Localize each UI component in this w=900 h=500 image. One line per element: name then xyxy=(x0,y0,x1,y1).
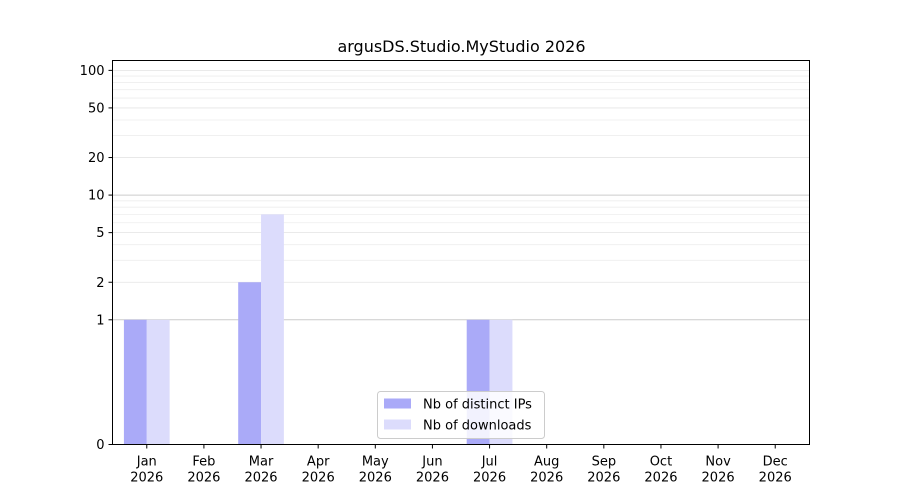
x-tick-year: 2026 xyxy=(359,471,392,486)
x-tick-month: Mar xyxy=(249,455,274,470)
y-tick-label: 50 xyxy=(88,101,105,116)
x-tick-year: 2026 xyxy=(759,471,792,486)
bar-downloads-mar xyxy=(261,214,284,445)
x-tick-label-may: May 2026 xyxy=(359,455,392,486)
bar-distinct-ips-jan xyxy=(123,319,147,445)
legend: Nb of distinct IPs Nb of downloads xyxy=(377,391,545,439)
chart-title: argusDS.Studio.MyStudio 2026 xyxy=(337,37,585,56)
x-tick-month: Aug xyxy=(534,455,559,470)
x-tick-year: 2026 xyxy=(473,471,506,486)
x-tick-label-apr: Apr 2026 xyxy=(302,455,335,486)
x-tick-month: Dec xyxy=(763,455,788,470)
y-tick-label: 1 xyxy=(96,313,104,328)
x-tick-year: 2026 xyxy=(244,471,277,486)
x-tick-label-jan: Jan 2026 xyxy=(130,455,163,486)
x-tick-year: 2026 xyxy=(587,471,620,486)
x-tick-month: Nov xyxy=(705,455,731,470)
y-tick-label: 20 xyxy=(88,151,105,166)
x-tick-month: Oct xyxy=(650,455,672,470)
x-tick-year: 2026 xyxy=(416,471,449,486)
x-tick-year: 2026 xyxy=(130,471,163,486)
grid-lines xyxy=(112,69,810,321)
x-tick-year: 2026 xyxy=(702,471,735,486)
y-axis: 0 1 2 5 10 20 50 100 xyxy=(80,64,113,453)
legend-swatch-distinct-ips xyxy=(384,398,411,409)
y-tick-label: 100 xyxy=(80,64,105,79)
bar-distinct-ips-mar xyxy=(238,282,262,445)
y-tick-label: 2 xyxy=(96,276,104,291)
y-tick-label: 5 xyxy=(96,226,104,241)
x-tick-label-oct: Oct 2026 xyxy=(644,455,677,486)
legend-swatch-downloads xyxy=(384,419,411,430)
x-tick-year: 2026 xyxy=(644,471,677,486)
x-tick-year: 2026 xyxy=(302,471,335,486)
legend-label-downloads: Nb of downloads xyxy=(423,419,532,434)
plot-frame xyxy=(112,60,810,445)
y-tick-label: 10 xyxy=(88,189,105,204)
x-tick-year: 2026 xyxy=(187,471,220,486)
x-tick-month: Feb xyxy=(192,455,215,470)
x-tick-label-dec: Dec 2026 xyxy=(759,455,792,486)
chart-container: argusDS.Studio.MyStudio 2026 0 1 2 5 10 20 50 1… xyxy=(0,0,900,500)
x-axis: Jan 2026Feb 2026Mar 2026Apr 2026May 2026Jun 20… xyxy=(130,444,792,486)
x-tick-label-sep: Sep 2026 xyxy=(587,455,620,486)
x-tick-year: 2026 xyxy=(530,471,563,486)
x-tick-label-nov: Nov 2026 xyxy=(702,455,735,486)
x-tick-month: Jun xyxy=(421,455,442,470)
x-tick-month: Sep xyxy=(592,455,617,470)
x-tick-month: Jan xyxy=(136,455,157,470)
bar-chart: argusDS.Studio.MyStudio 2026 0 1 2 5 10 20 50 1… xyxy=(80,37,810,486)
x-tick-month: May xyxy=(362,455,389,470)
x-tick-month: Apr xyxy=(307,455,330,470)
x-tick-label-aug: Aug 2026 xyxy=(530,455,563,486)
x-tick-label-jul: Jul 2026 xyxy=(473,455,506,486)
x-tick-month: Jul xyxy=(481,455,498,470)
legend-label-distinct-ips: Nb of distinct IPs xyxy=(423,398,532,413)
x-tick-label-jun: Jun 2026 xyxy=(416,455,449,486)
x-tick-label-mar: Mar 2026 xyxy=(244,455,277,486)
bar-downloads-jan xyxy=(146,319,170,445)
y-tick-label: 0 xyxy=(96,438,104,453)
x-tick-label-feb: Feb 2026 xyxy=(187,455,220,486)
